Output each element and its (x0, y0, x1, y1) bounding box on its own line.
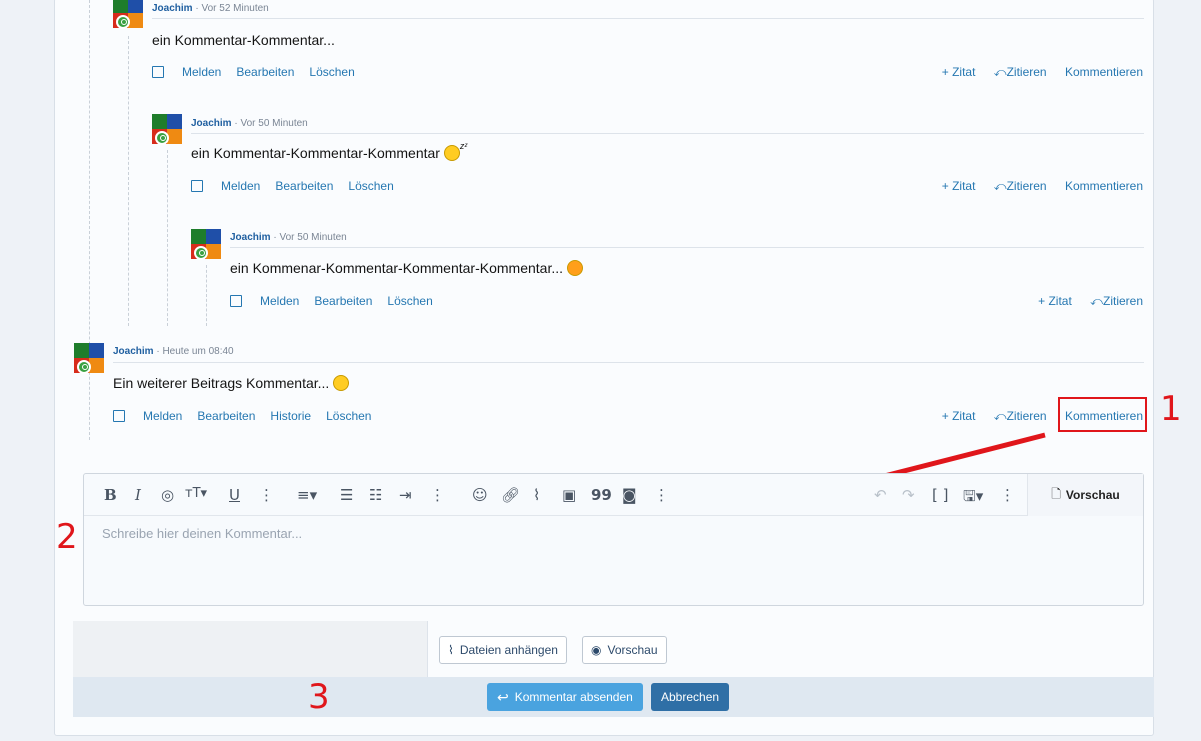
preview-icon: 🗋︎ (1051, 486, 1061, 501)
quote-icon[interactable]: 99 (591, 486, 612, 504)
bullet-list-icon[interactable]: ☰ (340, 486, 353, 504)
link-icon[interactable]: 🔗︎ (501, 486, 520, 504)
indent-icon[interactable]: ⇥ (399, 486, 412, 504)
attachment-icon[interactable]: ⌇ (533, 486, 540, 504)
preview-tab[interactable]: 🗋︎ Vorschau (1027, 474, 1143, 516)
comment-input[interactable]: Schreibe hier deinen Kommentar... (102, 526, 302, 541)
camera-icon[interactable]: ◙ (622, 486, 637, 504)
reply-icon: ↩ (497, 688, 509, 705)
image-icon[interactable]: ▣ (562, 486, 576, 504)
bbcode-icon[interactable]: [ ] (932, 486, 948, 504)
more-icon[interactable]: ⋮ (654, 486, 669, 504)
font-size-icon[interactable]: тT▾ (185, 486, 207, 501)
annotation-label-3: 3 (308, 677, 330, 717)
drafts-icon[interactable]: 🖫▾ (963, 486, 983, 511)
eye-icon: ◉ (591, 643, 602, 657)
attach-files-button[interactable]: ⌇ Dateien anhängen (439, 636, 567, 664)
bold-icon[interactable]: B (104, 486, 117, 504)
underline-icon[interactable]: U (229, 486, 240, 504)
submit-comment-button[interactable]: ↩ Kommentar absenden (487, 683, 643, 711)
more-icon[interactable]: ⋮ (1000, 486, 1015, 504)
more-icon[interactable]: ⋮ (430, 486, 445, 504)
paperclip-icon: ⌇ (448, 643, 454, 657)
more-icon[interactable]: ⋮ (259, 486, 274, 504)
numbered-list-icon[interactable]: ☷ (369, 486, 382, 504)
preview-button[interactable]: ◉ Vorschau (582, 636, 667, 664)
smiley-icon[interactable]: ☺ (472, 486, 488, 504)
color-icon[interactable]: ◎ (161, 486, 174, 504)
annotation-label-2: 2 (56, 517, 78, 557)
redo-icon[interactable]: ↷ (902, 486, 915, 504)
submit-row: ↩ Kommentar absenden Abbrechen (73, 677, 1154, 717)
attachment-row: ⌇ Dateien anhängen ◉ Vorschau (73, 621, 1154, 677)
comment-editor[interactable]: B I ◎ тT▾ U ⋮ ≡▾ ☰ ☷ ⇥ ⋮ ☺ 🔗︎ ⌇ ▣ 99 ◙ ⋮… (83, 473, 1144, 606)
cancel-button[interactable]: Abbrechen (651, 683, 730, 711)
undo-icon[interactable]: ↶ (874, 486, 887, 504)
italic-icon[interactable]: I (135, 486, 141, 504)
align-icon[interactable]: ≡▾ (297, 486, 317, 504)
editor-toolbar: B I ◎ тT▾ U ⋮ ≡▾ ☰ ☷ ⇥ ⋮ ☺ 🔗︎ ⌇ ▣ 99 ◙ ⋮… (84, 474, 1143, 516)
